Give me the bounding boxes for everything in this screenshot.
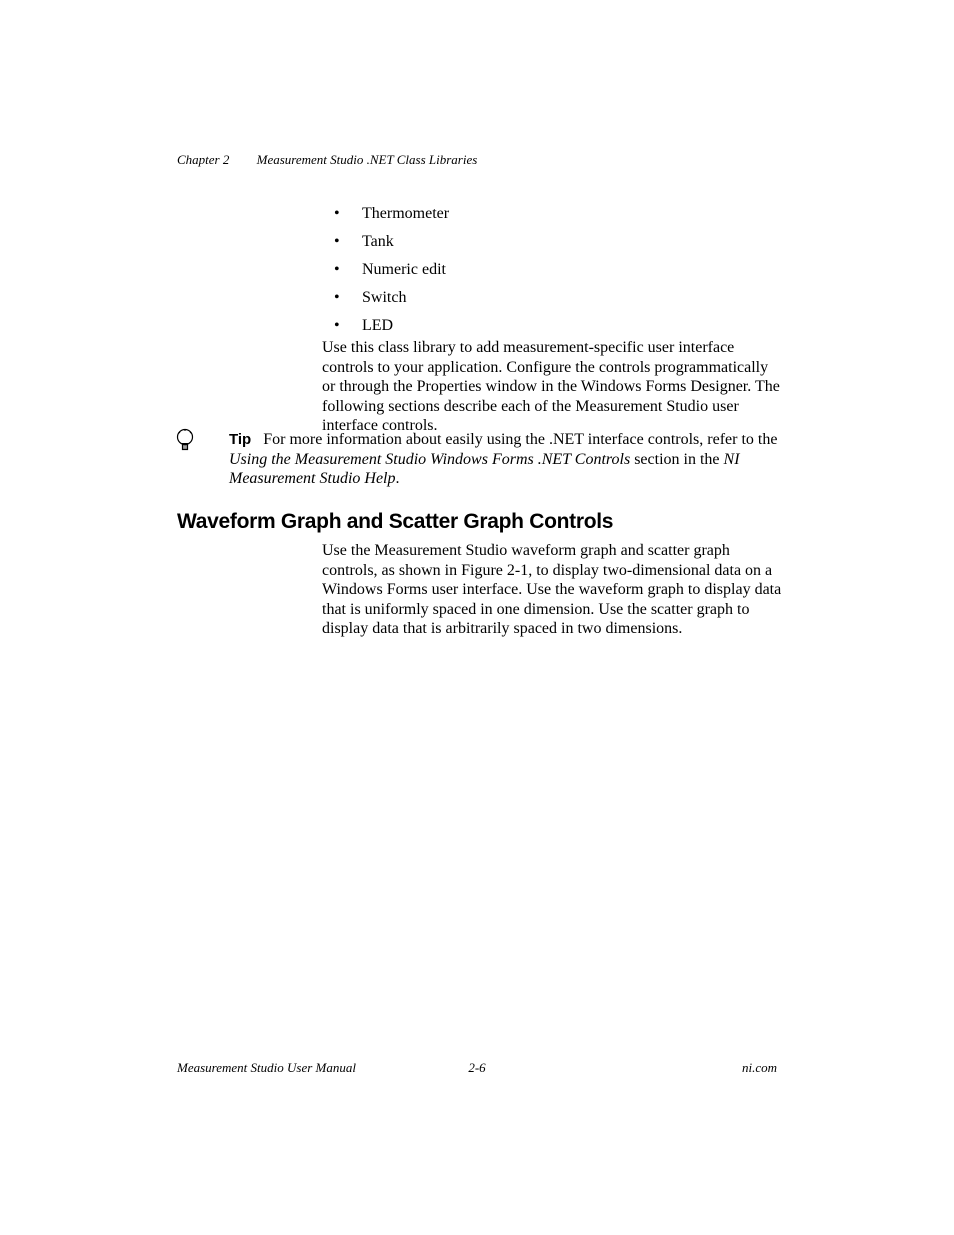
class-library-paragraph: Use this class library to add measuremen… [322, 338, 782, 436]
lightbulb-icon [175, 428, 195, 459]
footer-url: ni.com [742, 1060, 777, 1076]
tip-label: Tip [229, 431, 251, 448]
tip-paragraph: Tip For more information about easily us… [229, 430, 781, 489]
tip-text-between: section in the [630, 451, 723, 468]
list-item: Numeric edit [334, 257, 449, 283]
chapter-title: Measurement Studio .NET Class Libraries [257, 152, 478, 167]
bullet-list: Thermometer Tank Numeric edit Switch LED [334, 201, 449, 341]
list-item: Tank [334, 229, 449, 255]
tip-text-1: For more information about easily using … [263, 431, 777, 448]
chapter-number: Chapter 2 [177, 152, 229, 167]
list-item: LED [334, 313, 449, 339]
section-heading: Waveform Graph and Scatter Graph Control… [177, 510, 613, 534]
footer-page-number: 2-6 [177, 1060, 777, 1076]
tip-italic-1: Using the Measurement Studio Windows For… [229, 451, 630, 468]
list-item: Thermometer [334, 201, 449, 227]
list-item: Switch [334, 285, 449, 311]
waveform-paragraph: Use the Measurement Studio waveform grap… [322, 541, 782, 639]
tip-text-after: . [395, 470, 399, 487]
page-header: Chapter 2 Measurement Studio .NET Class … [177, 152, 477, 168]
